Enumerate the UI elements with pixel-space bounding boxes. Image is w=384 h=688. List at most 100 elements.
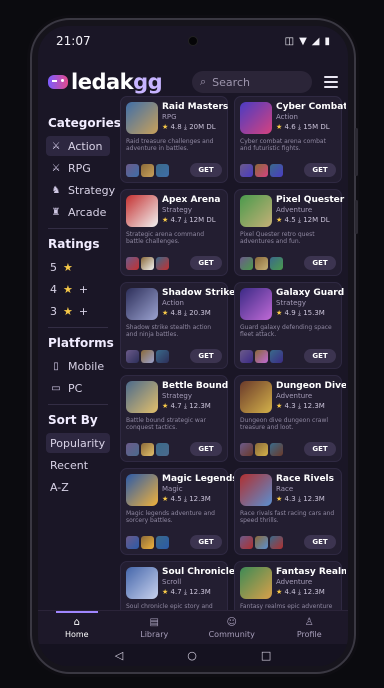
screenshot-thumb[interactable] [270,256,283,270]
screenshot-thumb[interactable] [141,442,154,456]
rating-filter-5[interactable]: 5 ★ [46,257,116,277]
game-title[interactable]: Fantasy Realms [276,567,346,577]
get-button[interactable]: GET [304,163,336,177]
game-thumbnail[interactable] [126,102,158,134]
rating-filter-3[interactable]: 3 ★ + [46,301,116,321]
get-button[interactable]: GET [304,256,336,270]
search-input[interactable]: ⌕ Search [192,71,312,93]
get-button[interactable]: GET [190,349,222,363]
game-title[interactable]: Pixel Quester [276,195,344,205]
game-card[interactable]: Magic Legends Magic ★ 4.5 ⤓ 12.3M Magic leg… [120,468,238,555]
nav-home[interactable]: ⌂ Home [38,611,116,644]
game-thumbnail[interactable] [240,195,272,227]
game-title[interactable]: Soul Chronicle [162,567,235,577]
nav-library[interactable]: ▤ Library [116,611,194,644]
get-button[interactable]: GET [304,535,336,549]
game-card[interactable]: Fantasy RealmsAdventure ★ 4.4 ⤓ 12.3MFant… [234,561,346,611]
get-button[interactable]: GET [190,256,222,270]
game-title[interactable]: Cyber Combat [276,102,346,112]
game-card[interactable]: Dungeon Dive Adventure ★ 4.3 ⤓ 12.3M Dungeo… [234,375,346,462]
category-arcade[interactable]: ♜ Arcade [46,202,116,222]
game-title[interactable]: Race Rivels [276,474,334,484]
game-title[interactable]: Apex Arena [162,195,220,205]
screenshot-thumb[interactable] [156,256,169,270]
game-title[interactable]: Bettle Bound [162,381,228,391]
get-button[interactable]: GET [190,535,222,549]
game-title[interactable]: Raid Masters [162,102,228,112]
game-card[interactable]: Race Rivels Race ★ 4.3 ⤓ 12.3M Race rivals … [234,468,342,555]
app-logo[interactable]: ledakgg [48,70,163,94]
game-card[interactable]: Apex Arena Strategy ★ 4.7 ⤓ 12M DL Strategi… [120,189,228,276]
game-thumbnail[interactable] [126,567,158,599]
game-thumbnail[interactable] [240,288,272,320]
category-strategy[interactable]: ♞ Strategy [46,180,116,200]
screenshot-thumb[interactable] [126,349,139,363]
screenshot-thumb[interactable] [240,442,253,456]
sort-popularity[interactable]: Popularity [46,433,110,453]
screenshot-thumb[interactable] [255,163,268,177]
game-thumbnail[interactable] [126,288,158,320]
platform-pc[interactable]: ▭ PC [46,378,116,398]
sort-az[interactable]: A-Z [46,477,116,497]
screenshot-thumb[interactable] [141,163,154,177]
screenshot-thumb[interactable] [126,163,139,177]
screenshot-thumb[interactable] [270,535,283,549]
menu-button[interactable] [324,76,338,88]
game-card[interactable]: Bettle Bound Strategy ★ 4.7 ⤓ 12.3M Battle … [120,375,228,462]
game-card[interactable]: Cyber Combat Action ★ 4.6 ⤓ 15M DL Cyber co… [234,96,346,183]
nav-profile[interactable]: ♙ Profile [271,611,349,644]
game-title[interactable]: Dungeon Dive [276,381,346,391]
game-thumbnail[interactable] [126,474,158,506]
screenshot-thumb[interactable] [270,163,283,177]
screenshot-thumb[interactable] [126,442,139,456]
category-rpg[interactable]: ⚔ RPG [46,158,116,178]
category-action[interactable]: ⚔ Action [46,136,110,156]
recents-icon[interactable]: □ [261,649,271,662]
screenshot-thumb[interactable] [240,256,253,270]
game-title[interactable]: Shadow Strike [162,288,235,298]
game-thumbnail[interactable] [126,381,158,413]
game-thumbnail[interactable] [240,474,272,506]
game-card[interactable]: Raid Masters RPG ★ 4.8 ⤓ 20M DL Raid treasu… [120,96,228,183]
game-card[interactable]: Pixel Quester Adventure ★ 4.5 ⤓ 12M DL Pixe… [234,189,344,276]
screenshot-thumb[interactable] [240,163,253,177]
screenshot-thumb[interactable] [270,349,283,363]
screenshot-thumb[interactable] [156,163,169,177]
get-button[interactable]: GET [304,442,336,456]
screenshot-thumb[interactable] [156,349,169,363]
rating-filter-4[interactable]: 4 ★ + [46,279,116,299]
game-card[interactable]: Shadow Strike Action ★ 4.8 ⤓ 20.3M Shadow s… [120,282,235,369]
screenshot-thumb[interactable] [126,256,139,270]
game-card[interactable]: Galaxy Guard Strategy ★ 4.9 ⤓ 15.3M Guard g… [234,282,344,369]
game-card[interactable]: Soul Chronicle Scroll ★ 4.7 ⤓ 12.3M Soul ch… [120,561,235,611]
game-thumbnail[interactable] [240,381,272,413]
screenshot-thumb[interactable] [240,535,253,549]
screenshot-thumb[interactable] [141,535,154,549]
screenshot-thumb[interactable] [255,349,268,363]
platform-mobile[interactable]: ▯ Mobile [46,356,116,376]
game-thumbnail[interactable] [126,195,158,227]
screenshot-thumb[interactable] [156,442,169,456]
game-thumbnail[interactable] [240,567,272,599]
screenshot-thumb[interactable] [255,535,268,549]
get-button[interactable]: GET [190,163,222,177]
back-icon[interactable]: ◁ [115,649,123,662]
game-rating: 4.5 [284,216,296,224]
screenshot-thumb[interactable] [240,349,253,363]
home-circle-icon[interactable]: ○ [187,649,197,662]
star-icon: ★ [276,402,285,410]
sort-recent[interactable]: Recent [46,455,116,475]
screenshot-thumb[interactable] [255,442,268,456]
screenshot-thumb[interactable] [141,256,154,270]
game-title[interactable]: Magic Legends [162,474,238,484]
game-thumbnail[interactable] [240,102,272,134]
game-title[interactable]: Galaxy Guard [276,288,344,298]
nav-community[interactable]: ☺ Community [193,611,271,644]
screenshot-thumb[interactable] [255,256,268,270]
get-button[interactable]: GET [190,442,222,456]
screenshot-thumb[interactable] [141,349,154,363]
screenshot-thumb[interactable] [156,535,169,549]
get-button[interactable]: GET [304,349,336,363]
screenshot-thumb[interactable] [126,535,139,549]
screenshot-thumb[interactable] [270,442,283,456]
